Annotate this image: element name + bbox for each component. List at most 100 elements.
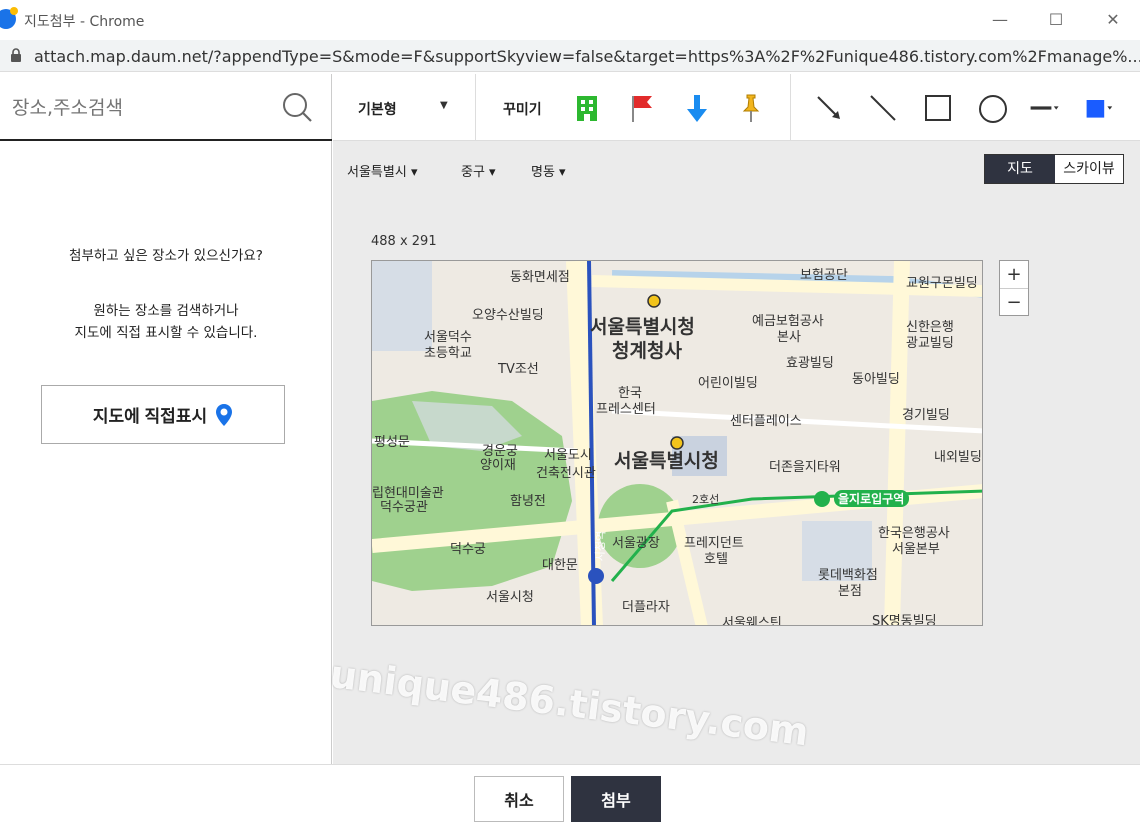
minimize-button[interactable]: — [988,8,1012,32]
map-label: 프레스센터 [596,402,656,417]
namdaemun-ro-road [884,261,910,625]
map-label: 2호선 [692,493,719,506]
style-select[interactable]: 기본형 [358,99,397,119]
hint-line-1: 원하는 장소를 검색하거나 [93,303,239,319]
map-label: 한국 [618,386,642,401]
map-label: 서울시청 [486,590,534,605]
view-toggle: 지도 스카이뷰 [984,154,1124,184]
arrow-line-icon[interactable] [813,92,845,124]
map-label: SK명동빌딩 [872,614,937,626]
map-view-tab[interactable]: 지도 [985,155,1055,183]
map-image: 동화면세점 오양수산빌딩 서울덕수 초등학교 TV조선 서울특별시청 청계청사 … [372,261,982,626]
map-label: 효광빌딩 [786,356,834,371]
building-marker-icon[interactable] [571,92,603,124]
map-label: 동화면세점 [510,270,570,285]
cancel-button[interactable]: 취소 [474,776,564,822]
map-toolbar: 기본형 ▼ 꾸미기 [333,74,1140,141]
attach-button[interactable]: 첨부 [571,776,661,822]
arrow-marker-icon[interactable] [681,92,713,124]
map-label: 본사 [777,330,801,345]
breadcrumb-city[interactable]: 서울특별시 ▾ [347,161,417,180]
window-title: 지도첨부 - Chrome [24,14,145,30]
map-size-label: 488 x 291 [371,234,437,249]
toolbar-divider [790,74,791,141]
map-label: 센터플레이스 [730,414,802,429]
zoom-out-button[interactable]: − [1000,288,1028,315]
map-label: 교원구몬빌딩 [906,276,978,291]
line1-station-badge [588,568,604,584]
search-panel: 첨부하고 싶은 장소가 있으신가요? 원하는 장소를 검색하거나 지도에 직접 … [0,74,332,764]
map-label: 건축전시관 [536,466,596,481]
map-label: 서울도시 [544,448,592,463]
poi-marker [647,294,661,308]
address-bar[interactable]: attach.map.daum.net/?appendType=S&mode=F… [0,40,1140,72]
map-attach-dialog: 첨부하고 싶은 장소가 있으신가요? 원하는 장소를 검색하거나 지도에 직접 … [0,74,1140,764]
map-label: 경운궁 [482,444,518,459]
circle-icon[interactable] [977,92,1009,124]
zoom-in-button[interactable]: + [1000,261,1028,288]
map-label: 보험공단 [800,268,848,283]
location-pin-icon [216,403,233,426]
line2-station-badge [814,491,830,507]
map-label: 더존을지타워 [769,460,841,475]
region-breadcrumb: 서울특별시 ▾ 중구 ▾ 명동 ▾ 지도 스카이뷰 [333,141,1140,197]
search-icon[interactable] [280,90,314,124]
decorate-label: 꾸미기 [503,102,542,118]
map-panel: 기본형 ▼ 꾸미기 서울특별시 ▾ 중구 ▾ 명동 ▾ 지도 스카이뷰 488 … [333,74,1140,764]
breadcrumb-city-label: 서울특별시 [347,165,407,180]
zoom-control: + − [999,260,1029,316]
map-label: 프레지던트 [684,536,744,551]
map-label: 서울덕수 [424,330,472,345]
map-label: 양이재 [480,458,516,473]
map-label: 립현대미술관 [372,486,444,501]
map-label: 더플라자 [622,600,670,615]
line-icon[interactable] [867,92,899,124]
map-label: 서울광장 [612,536,660,551]
line-style-icon[interactable] [1029,92,1061,124]
skyview-tab[interactable]: 스카이뷰 [1055,155,1123,183]
url-text[interactable]: attach.map.daum.net/?appendType=S&mode=F… [34,47,1140,66]
map-label: 신한은행 [906,319,954,335]
breadcrumb-dong[interactable]: 명동 ▾ [531,161,566,180]
app-logo-icon [0,7,18,29]
breadcrumb-dong-label: 명동 [531,165,555,180]
lock-icon [11,48,21,62]
rectangle-icon[interactable] [922,92,954,124]
empty-state-question: 첨부하고 싶은 장소가 있으신가요? [69,248,263,264]
map-label: 초등학교 [424,346,472,361]
map-label: 동아빌딩 [852,372,900,387]
window-titlebar: 지도첨부 - Chrome — ☐ ✕ [0,0,1140,40]
map-label: 경기빌딩 [902,408,950,423]
map-label: 을지로입구역 [838,491,904,506]
map-label: 덕수궁관 [380,500,428,515]
close-window-button[interactable]: ✕ [1101,8,1125,32]
dialog-footer: 취소 첨부 [0,764,1140,833]
map-label: 시청역 [594,531,608,562]
color-picker-icon[interactable] [1085,92,1117,124]
flag-marker-icon[interactable] [625,92,657,124]
style-caret-icon[interactable]: ▼ [440,100,448,111]
map-label: 덕수궁 [450,542,486,557]
map-label: 오양수산빌딩 [472,308,544,323]
breadcrumb-district-label: 중구 [461,165,485,180]
pushpin-marker-icon[interactable] [735,92,767,124]
map-label: 내외빌딩 [934,450,982,465]
map-label: 서울특별시청 [590,316,695,338]
map-label: 서울웨스틴 [722,616,782,626]
map-label: 예금보험공사 [752,314,824,329]
map-label: TV조선 [497,362,539,377]
empty-state-hint: 원하는 장소를 검색하거나 지도에 직접 표시할 수 있습니다. [0,300,332,344]
maximize-button[interactable]: ☐ [1044,8,1068,32]
map-label: 함녕전 [510,494,546,509]
map-canvas[interactable]: 동화면세점 오양수산빌딩 서울덕수 초등학교 TV조선 서울특별시청 청계청사 … [371,260,983,626]
mark-on-map-button[interactable]: 지도에 직접표시 [41,385,285,444]
map-label: 평성문 [374,435,410,450]
map-label: 서울본부 [892,542,940,557]
breadcrumb-district[interactable]: 중구 ▾ [461,161,496,180]
map-label: 롯데백화점 [818,568,878,583]
block [372,261,432,351]
search-input[interactable] [12,94,272,122]
map-label: 대한문 [542,558,578,573]
map-label: 호텔 [704,552,728,567]
map-label: 청계청사 [612,340,682,362]
